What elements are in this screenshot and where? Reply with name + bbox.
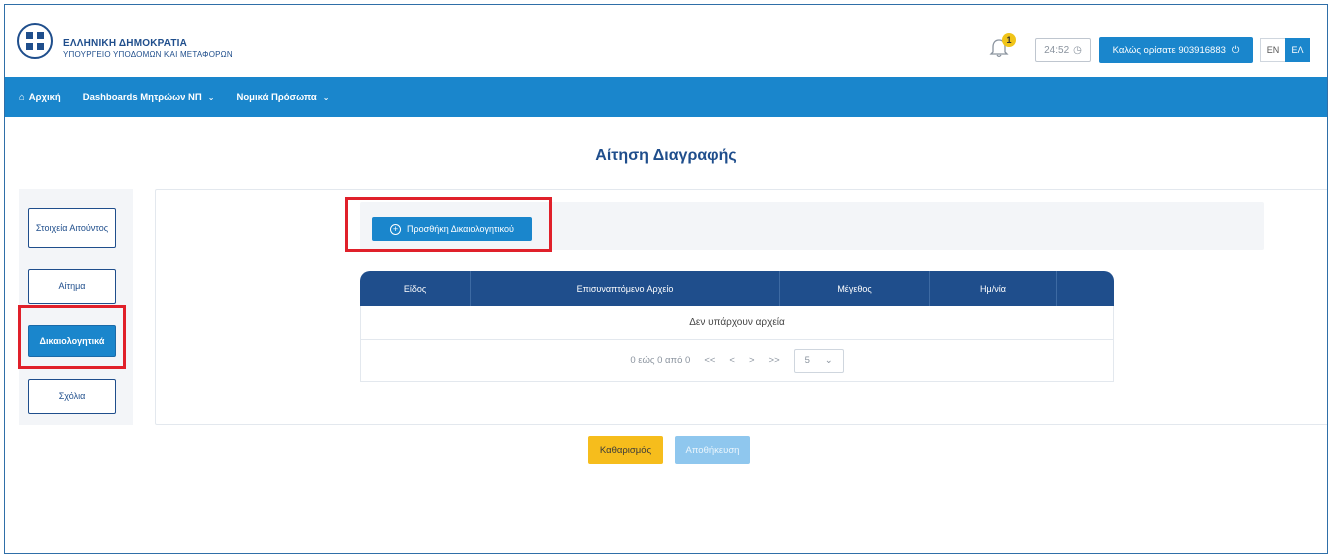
sidebar-item-applicant[interactable]: Στοιχεία Αιτούντος bbox=[28, 208, 116, 248]
page-size-select[interactable]: 5 ⌄ bbox=[793, 348, 844, 373]
brand: ΕΛΛΗΝΙΚΗ ΔΗΜΟΚΡΑΤΙΑ ΥΠΟΥΡΓΕΙΟ ΥΠΟΔΟΜΩΝ Κ… bbox=[63, 38, 233, 59]
main-nav: ⌂ Αρχική Dashboards Μητρώων ΝΠ ⌄ Νομικά … bbox=[5, 77, 1327, 117]
prev-page-button[interactable]: < bbox=[729, 355, 735, 366]
page-size-value: 5 bbox=[804, 355, 810, 366]
documents-table: Είδος Επισυναπτόμενο Αρχείο Μέγεθος Ημ/ν… bbox=[360, 271, 1114, 382]
lang-el-button[interactable]: ΕΛ bbox=[1285, 38, 1310, 62]
user-logout-button[interactable]: Καλώς ορίσατε 903916883 ⏻ bbox=[1099, 37, 1253, 63]
next-page-button[interactable]: > bbox=[749, 355, 755, 366]
nav-home[interactable]: ⌂ Αρχική bbox=[19, 92, 61, 103]
pagination-range: 0 εώς 0 από 0 bbox=[630, 355, 691, 366]
chevron-down-icon: ⌄ bbox=[207, 92, 215, 102]
lang-en-button[interactable]: EN bbox=[1260, 38, 1285, 62]
greek-emblem-logo bbox=[17, 23, 53, 59]
home-icon: ⌂ bbox=[19, 91, 25, 103]
column-header-size[interactable]: Μέγεθος bbox=[780, 271, 930, 306]
nav-dashboards-label: Dashboards Μητρώων ΝΠ bbox=[82, 91, 202, 103]
empty-table-message: Δεν υπάρχουν αρχεία bbox=[360, 306, 1114, 340]
save-button[interactable]: Αποθήκευση bbox=[675, 436, 750, 464]
column-header-file[interactable]: Επισυναπτόμενο Αρχείο bbox=[471, 271, 780, 306]
power-icon: ⏻ bbox=[1231, 44, 1240, 56]
table-header: Είδος Επισυναπτόμενο Αρχείο Μέγεθος Ημ/ν… bbox=[360, 271, 1114, 306]
timer-value: 24:52 bbox=[1044, 44, 1070, 56]
nav-home-label: Αρχική bbox=[28, 91, 61, 103]
first-page-button[interactable]: << bbox=[704, 355, 715, 366]
last-page-button[interactable]: >> bbox=[769, 355, 780, 366]
add-document-highlight-box bbox=[345, 197, 552, 252]
nav-legal-entities-label: Νομικά Πρόσωπα bbox=[236, 91, 317, 103]
brand-title: ΕΛΛΗΝΙΚΗ ΔΗΜΟΚΡΑΤΙΑ bbox=[63, 38, 188, 49]
clock-icon: ◷ bbox=[1073, 44, 1082, 56]
pagination: 0 εώς 0 από 0 << < > >> 5 ⌄ bbox=[360, 340, 1114, 382]
column-header-actions bbox=[1057, 271, 1114, 306]
column-header-date[interactable]: Ημ/νία bbox=[930, 271, 1057, 306]
clear-button[interactable]: Καθαρισμός bbox=[588, 436, 663, 464]
nav-dashboards[interactable]: Dashboards Μητρώων ΝΠ ⌄ bbox=[83, 92, 215, 103]
sidebar-item-request[interactable]: Αίτημα bbox=[28, 269, 116, 304]
chevron-down-icon: ⌄ bbox=[824, 355, 833, 366]
app-window: ΕΛΛΗΝΙΚΗ ΔΗΜΟΚΡΑΤΙΑ ΥΠΟΥΡΓΕΙΟ ΥΠΟΔΟΜΩΝ Κ… bbox=[4, 4, 1328, 554]
documents-panel: + Προσθήκη Δικαιολογητικού Είδος Επισυνα… bbox=[155, 189, 1327, 425]
documents-highlight-box bbox=[18, 305, 126, 369]
nav-legal-entities[interactable]: Νομικά Πρόσωπα ⌄ bbox=[236, 92, 329, 103]
brand-subtitle: ΥΠΟΥΡΓΕΙΟ ΥΠΟΔΟΜΩΝ ΚΑΙ ΜΕΤΑΦΟΡΩΝ bbox=[63, 50, 233, 59]
session-timer: 24:52 ◷ bbox=[1035, 38, 1091, 62]
welcome-text: Καλώς ορίσατε 903916883 bbox=[1112, 44, 1226, 56]
chevron-down-icon: ⌄ bbox=[322, 92, 330, 102]
header: ΕΛΛΗΝΙΚΗ ΔΗΜΟΚΡΑΤΙΑ ΥΠΟΥΡΓΕΙΟ ΥΠΟΔΟΜΩΝ Κ… bbox=[5, 5, 1327, 77]
page-title: Αίτηση Διαγραφής bbox=[595, 147, 737, 164]
column-header-type[interactable]: Είδος bbox=[360, 271, 471, 306]
sidebar-item-comments[interactable]: Σχόλια bbox=[28, 379, 116, 414]
notification-badge: 1 bbox=[1002, 33, 1016, 47]
